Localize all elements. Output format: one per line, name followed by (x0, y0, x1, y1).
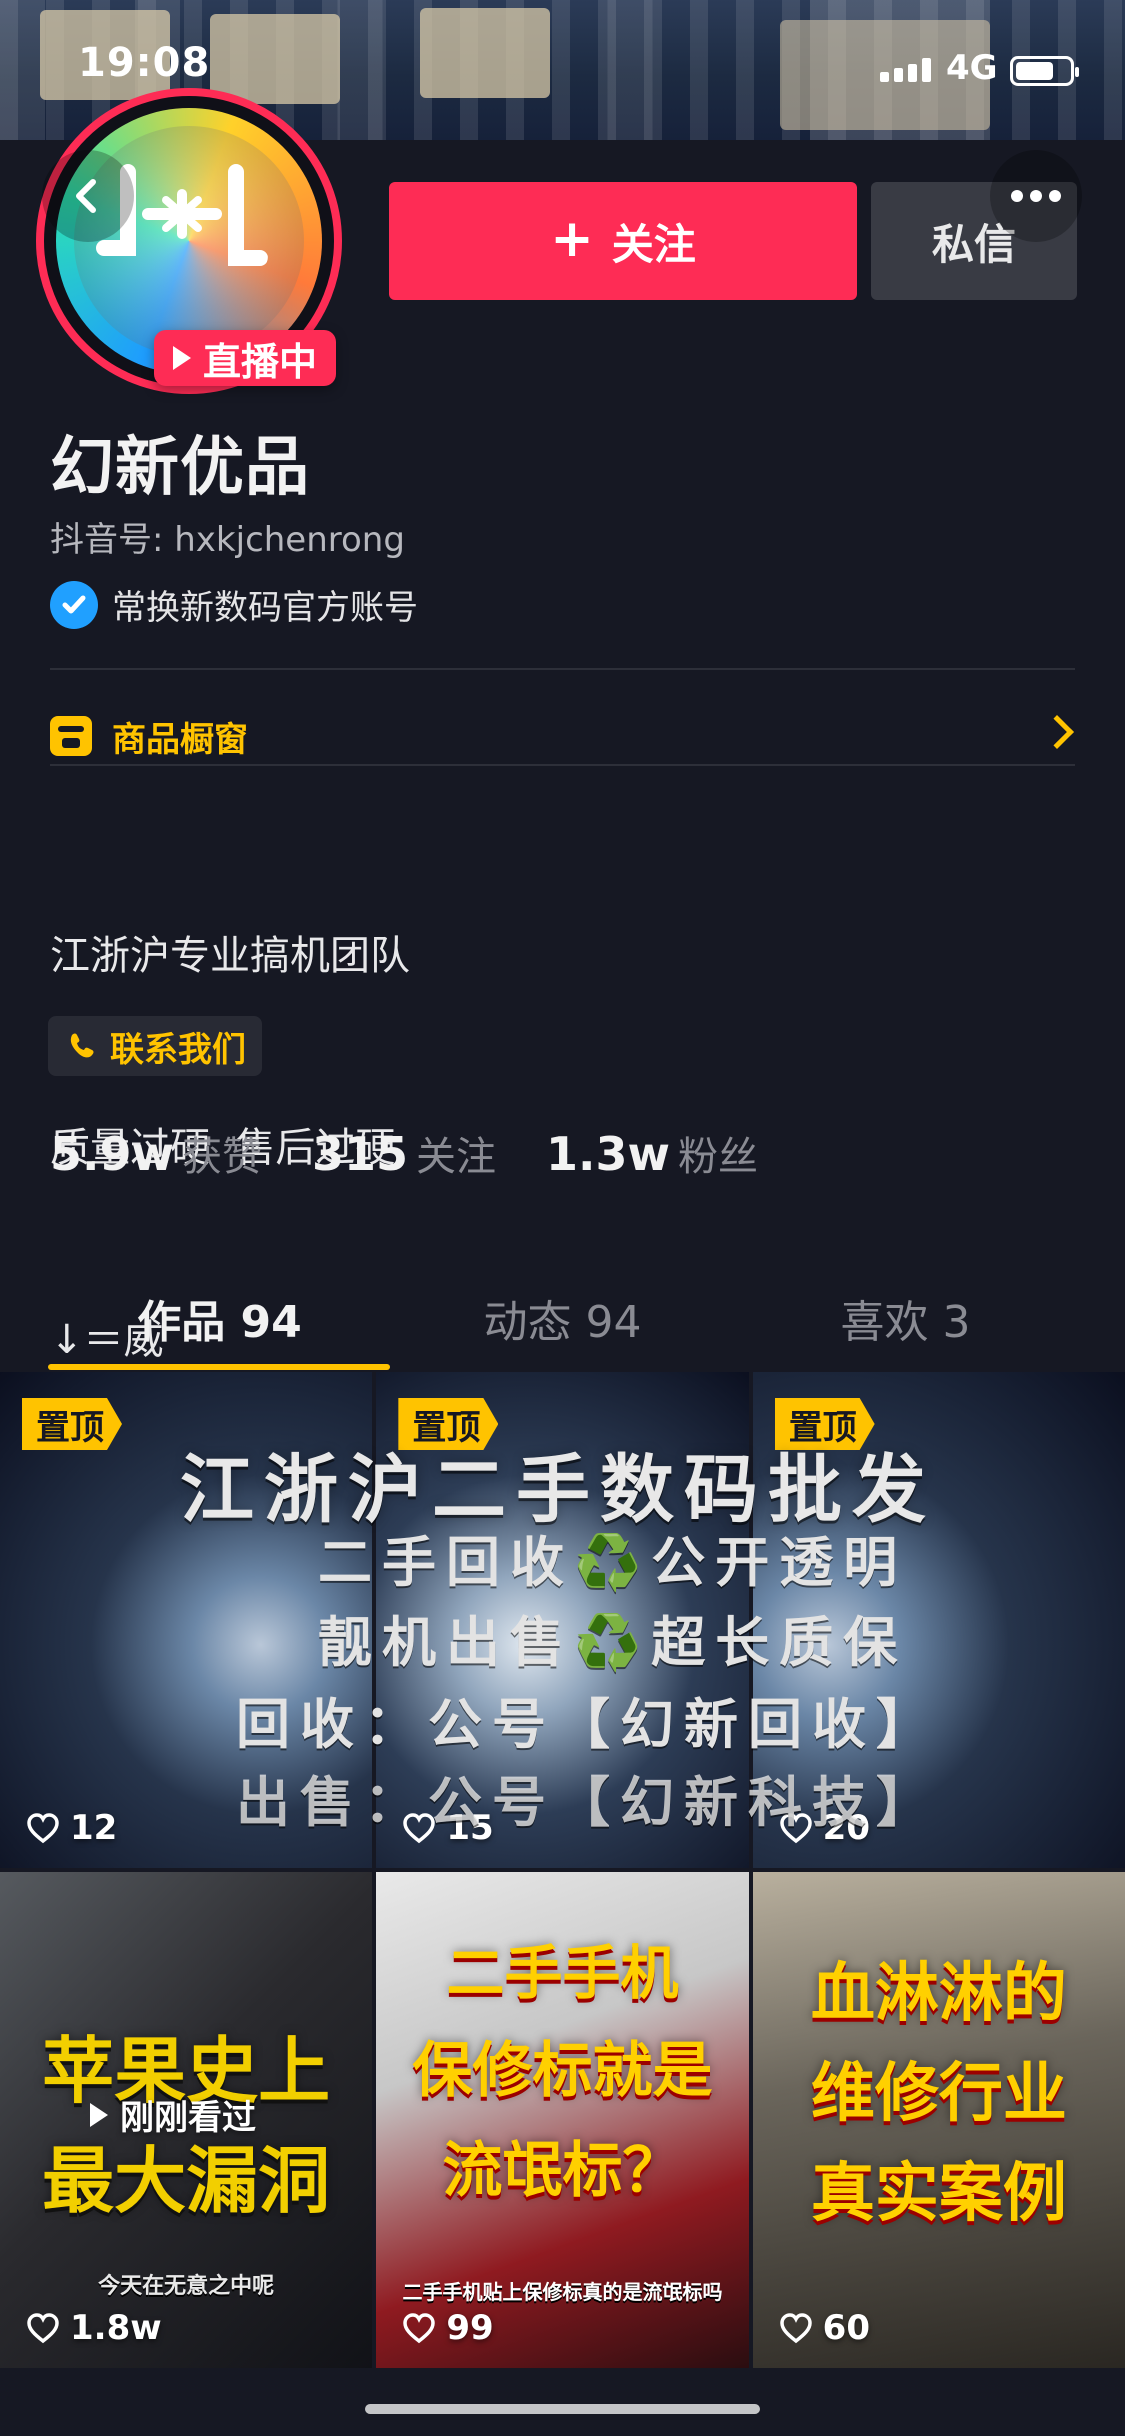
video-card[interactable]: 置顶 12 (0, 1372, 373, 1868)
video-likes-count: 15 (446, 1808, 494, 1848)
active-tab-indicator (48, 1364, 390, 1370)
status-time: 19:08 (78, 40, 211, 86)
shop-label: 商品橱窗 (112, 719, 248, 760)
heart-icon (779, 1813, 812, 1844)
tab-likes[interactable]: 喜欢 3 (718, 1286, 1093, 1350)
content-tabs: 作品 94 动态 94 喜欢 3 (0, 1266, 1125, 1372)
video-likes: 99 (402, 2308, 494, 2348)
video-likes-count: 1.8w (70, 2308, 162, 2348)
stat-label: 获赞 (181, 1134, 262, 1180)
video-likes-count: 12 (70, 1808, 118, 1848)
video-title: 真实案例 (810, 2157, 1067, 2231)
home-indicator (365, 2404, 760, 2414)
divider (50, 668, 1075, 670)
video-title: 保修标就是 (412, 2036, 713, 2106)
video-title: 二手手机 (446, 1939, 679, 2007)
heart-icon (779, 2313, 812, 2344)
tab-posts[interactable]: 动态 94 (375, 1286, 750, 1350)
stat-following[interactable]: 315 关注 (312, 1124, 496, 1182)
plus-icon: + (550, 209, 594, 269)
video-card[interactable]: 置顶 15 (376, 1372, 749, 1868)
pinned-badge: 置顶 (22, 1398, 122, 1450)
video-likes: 20 (779, 1808, 870, 1848)
video-likes-count: 99 (446, 2308, 494, 2348)
contact-label: 联系我们 (110, 1029, 246, 1070)
recently-viewed-label: 刚刚看过 (120, 2098, 256, 2138)
live-badge-label: 直播中 (202, 339, 317, 384)
contact-us-button[interactable]: 联系我们 (48, 1016, 262, 1076)
follow-label: 关注 (611, 219, 696, 269)
shop-icon (50, 716, 92, 756)
verified-info: 常换新数码官方账号 (50, 580, 418, 629)
video-likes-count: 20 (822, 1808, 870, 1848)
video-card[interactable]: 血淋淋的 维修行业 真实案例 60 (752, 1872, 1125, 2368)
video-card[interactable]: 苹果史上 最大漏洞 刚刚看过 今天在无意之中呢 1.8w (0, 1872, 373, 2368)
heart-icon (403, 1813, 436, 1844)
stat-value: 315 (311, 1127, 409, 1181)
chevron-left-icon (76, 179, 96, 213)
live-badge[interactable]: 直播中 (154, 330, 336, 386)
video-title: 流氓标？ (442, 2136, 683, 2206)
video-card[interactable]: 置顶 20 (752, 1372, 1125, 1868)
divider (50, 764, 1075, 766)
verified-text: 常换新数码官方账号 (112, 588, 418, 628)
battery-icon (1010, 56, 1079, 86)
video-grid: 置顶 12 置顶 15 置顶 20 苹果史上 最大漏洞 刚刚看过 今天在无意之中… (0, 1372, 1125, 2436)
signal-strength-icon (880, 58, 934, 82)
bio-line: 江浙沪专业搞机团队 (50, 933, 410, 979)
profile-screen: 19:08 4G 直播中 + 关注 私信 幻新优品 抖音号: hxkjchenr… (0, 0, 1125, 2436)
stat-value: 5.9w (50, 1127, 174, 1181)
stat-followers[interactable]: 1.3w 粉丝 (546, 1124, 758, 1182)
stat-likes[interactable]: 5.9w 获赞 (50, 1124, 262, 1182)
heart-icon (27, 2313, 59, 2344)
stat-value: 1.3w (546, 1127, 670, 1181)
video-subtitle: 二手手机贴上保修标真的是流氓标吗 (402, 2280, 723, 2304)
video-title: 血淋淋的 (810, 1957, 1067, 2031)
video-title: 维修行业 (810, 2057, 1067, 2131)
more-dots-icon (1011, 190, 1061, 202)
douyin-id: 抖音号: hxkjchenrong (50, 520, 405, 560)
video-likes-count: 60 (822, 2308, 870, 2348)
video-subtitle: 今天在无意之中呢 (98, 2274, 275, 2299)
follow-button[interactable]: + 关注 (389, 182, 857, 300)
network-type: 4G (946, 48, 998, 88)
play-icon (172, 346, 191, 370)
phone-icon (70, 1033, 94, 1058)
stat-label: 粉丝 (678, 1134, 758, 1180)
video-likes: 1.8w (26, 2308, 162, 2348)
play-icon (90, 2102, 108, 2127)
pinned-badge: 置顶 (774, 1398, 875, 1450)
recently-viewed-tag: 刚刚看过 (90, 2090, 256, 2139)
back-button[interactable] (42, 150, 134, 242)
tab-works[interactable]: 作品 94 (32, 1286, 407, 1350)
stats-row: 5.9w 获赞 315 关注 1.3w 粉丝 (50, 1124, 758, 1182)
chevron-right-icon (1040, 715, 1074, 749)
profile-name: 幻新优品 (50, 431, 310, 505)
verified-check-icon (50, 580, 98, 629)
video-likes: 12 (26, 1808, 117, 1848)
more-options-button[interactable] (990, 150, 1082, 242)
stat-label: 关注 (416, 1134, 497, 1180)
video-likes: 15 (402, 1808, 494, 1848)
heart-icon (27, 1813, 59, 1844)
video-card[interactable]: 二手手机 保修标就是 流氓标？ 二手手机贴上保修标真的是流氓标吗 99 (376, 1872, 749, 2368)
product-window-link[interactable]: 商品橱窗 (50, 684, 1075, 788)
pinned-badge: 置顶 (398, 1398, 499, 1450)
video-likes: 60 (779, 2308, 870, 2348)
heart-icon (403, 2313, 436, 2344)
